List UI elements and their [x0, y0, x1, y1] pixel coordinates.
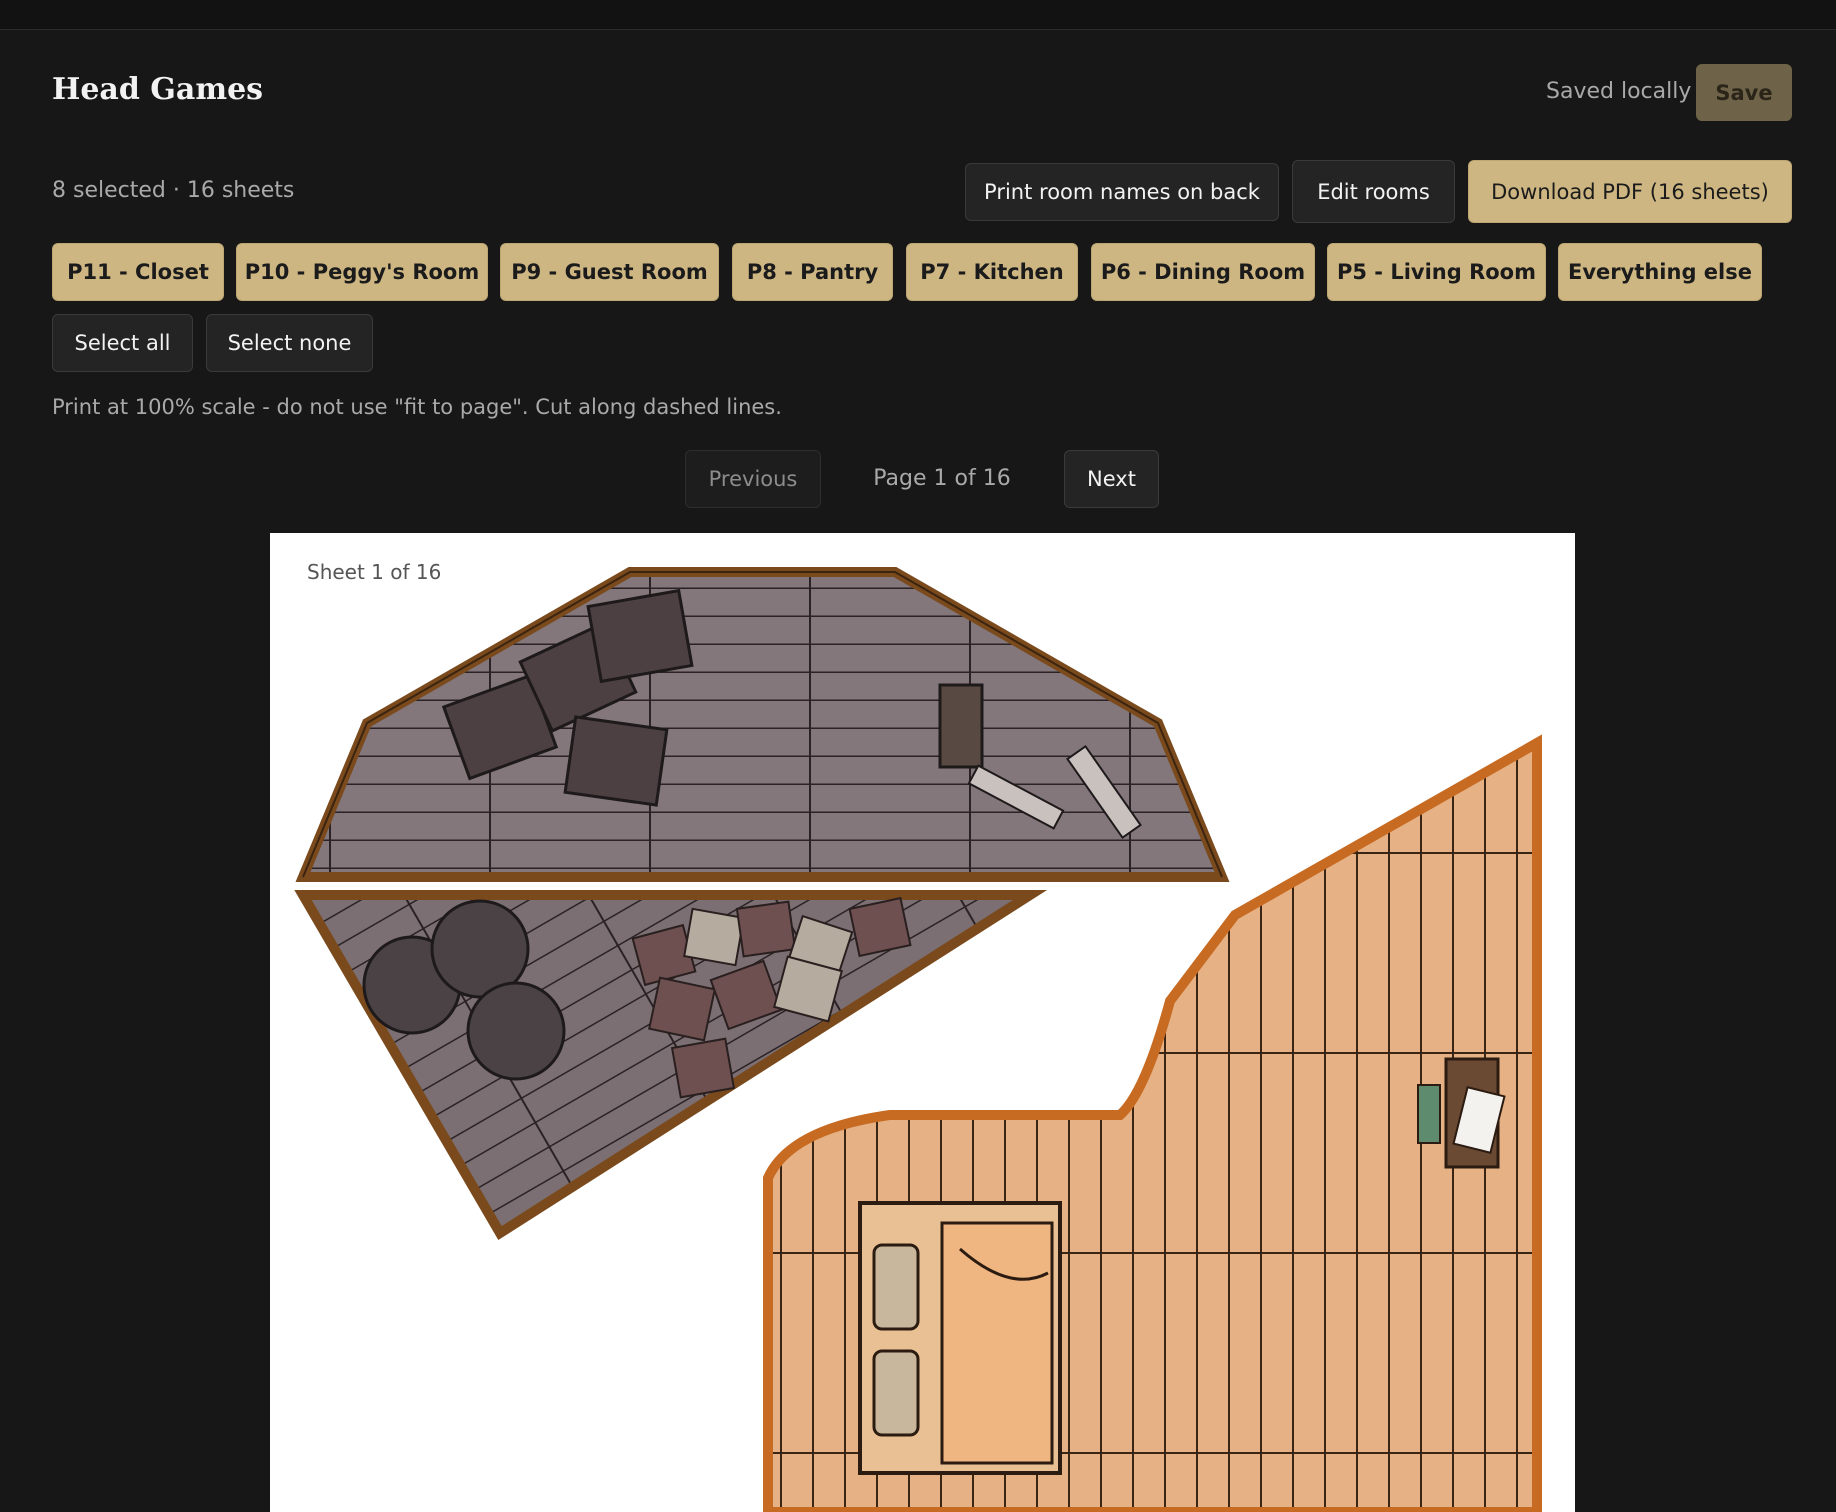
- saved-status: Saved locally: [1546, 79, 1692, 104]
- room-chip-p11-closet[interactable]: P11 - Closet: [52, 243, 224, 301]
- room-chip-p9-guest-room[interactable]: P9 - Guest Room: [500, 243, 719, 301]
- download-pdf-button[interactable]: Download PDF (16 sheets): [1468, 160, 1792, 223]
- top-bar: [0, 0, 1836, 30]
- print-hint: Print at 100% scale - do not use "fit to…: [52, 395, 782, 419]
- selection-summary: 8 selected · 16 sheets: [52, 178, 295, 203]
- room-chip-p5-living-room[interactable]: P5 - Living Room: [1327, 243, 1546, 301]
- next-page-button[interactable]: Next: [1064, 450, 1159, 508]
- previous-page-button[interactable]: Previous: [685, 450, 821, 508]
- room-chip-p8-pantry[interactable]: P8 - Pantry: [732, 243, 893, 301]
- room-chip-p7-kitchen[interactable]: P7 - Kitchen: [906, 243, 1078, 301]
- select-all-button[interactable]: Select all: [52, 314, 193, 372]
- page-title: Head Games: [52, 72, 264, 107]
- sheet-preview: Sheet 1 of 16: [270, 533, 1575, 1512]
- room-chip-everything-else[interactable]: Everything else: [1558, 243, 1762, 301]
- map-tiles: [294, 567, 1542, 1512]
- map-tile-closet: [295, 567, 1230, 882]
- edit-rooms-button[interactable]: Edit rooms: [1292, 160, 1455, 223]
- room-chip-p6-dining-room[interactable]: P6 - Dining Room: [1091, 243, 1315, 301]
- page-indicator: Page 1 of 16: [873, 466, 1011, 491]
- room-chip-p10-peggys-room[interactable]: P10 - Peggy's Room: [236, 243, 488, 301]
- select-none-button[interactable]: Select none: [206, 314, 373, 372]
- save-button[interactable]: Save: [1696, 64, 1792, 121]
- print-room-names-button[interactable]: Print room names on back: [965, 163, 1279, 221]
